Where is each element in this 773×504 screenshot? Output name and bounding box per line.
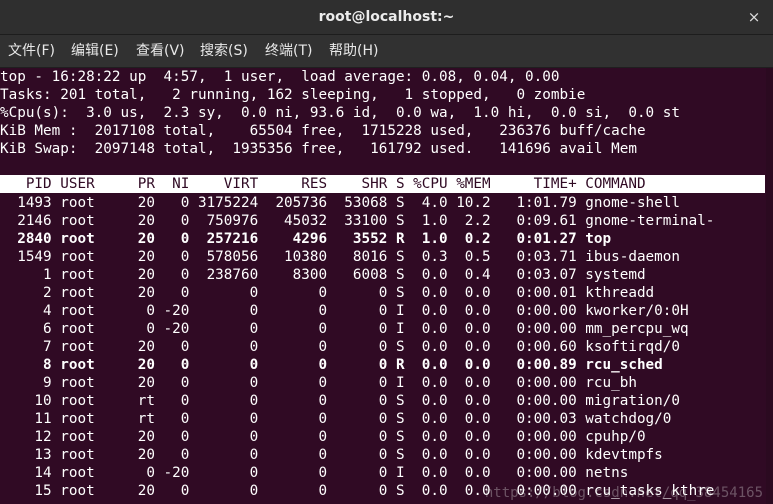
summary-mem: KiB Mem : 2017108 total, 65504 free, 171…: [0, 123, 646, 139]
summary-tasks: Tasks: 201 total, 2 running, 162 sleepin…: [0, 87, 586, 103]
watermark: https://blog.csdn.net/qq_38454165: [484, 485, 763, 501]
process-row: 14 root 0 -20 0 0 0 I 0.0 0.0 0:00.00 ne…: [0, 465, 629, 481]
menu-bar: 文件(F) 编辑(E) 查看(V) 搜索(S) 终端(T) 帮助(H): [0, 35, 773, 68]
process-row: 1493 root 20 0 3175224 205736 53068 S 4.…: [0, 195, 680, 211]
menu-edit[interactable]: 编辑(E): [71, 35, 119, 67]
close-icon: ×: [747, 8, 761, 26]
title-bar[interactable]: root@localhost:~ ×: [0, 0, 773, 35]
process-row: 8 root 20 0 0 0 0 R 0.0 0.0 0:00.89 rcu_…: [0, 357, 663, 373]
window-title: root@localhost:~: [318, 9, 455, 25]
process-row: 6 root 0 -20 0 0 0 I 0.0 0.0 0:00.00 mm_…: [0, 321, 689, 337]
process-row: 12 root 20 0 0 0 0 S 0.0 0.0 0:00.00 cpu…: [0, 429, 646, 445]
menu-view[interactable]: 查看(V): [136, 35, 185, 67]
close-button[interactable]: ×: [743, 6, 765, 28]
menu-help[interactable]: 帮助(H): [329, 35, 378, 67]
process-row: 7 root 20 0 0 0 0 S 0.0 0.0 0:00.60 ksof…: [0, 339, 680, 355]
process-row: 1 root 20 0 238760 8300 6008 S 0.0 0.4 0…: [0, 267, 646, 283]
summary-swap: KiB Swap: 2097148 total, 1935356 free, 1…: [0, 141, 637, 157]
process-row: 11 root rt 0 0 0 0 S 0.0 0.0 0:00.03 wat…: [0, 411, 672, 427]
column-headers: PID USER PR NI VIRT RES SHR S %CPU %MEM …: [0, 176, 646, 192]
process-row: 2 root 20 0 0 0 0 S 0.0 0.0 0:00.01 kthr…: [0, 285, 655, 301]
menu-terminal[interactable]: 终端(T): [265, 35, 312, 67]
terminal-scrollbar[interactable]: [766, 68, 773, 504]
process-row: 1549 root 20 0 578056 10380 8016 S 0.3 0…: [0, 249, 680, 265]
menu-file[interactable]: 文件(F): [8, 35, 55, 67]
process-row: 2146 root 20 0 750976 45032 33100 S 1.0 …: [0, 213, 715, 229]
process-row: 9 root 20 0 0 0 0 I 0.0 0.0 0:00.00 rcu_…: [0, 375, 637, 391]
summary-uptime: top - 16:28:22 up 4:57, 1 user, load ave…: [0, 69, 560, 85]
summary-cpu: %Cpu(s): 3.0 us, 2.3 sy, 0.0 ni, 93.6 id…: [0, 105, 680, 121]
menu-search[interactable]: 搜索(S): [200, 35, 248, 67]
terminal-output[interactable]: top - 16:28:22 up 4:57, 1 user, load ave…: [0, 68, 773, 504]
process-row: 13 root 20 0 0 0 0 S 0.0 0.0 0:00.00 kde…: [0, 447, 663, 463]
process-row: 10 root rt 0 0 0 0 S 0.0 0.0 0:00.00 mig…: [0, 393, 680, 409]
process-row: 2840 root 20 0 257216 4296 3552 R 1.0 0.…: [0, 231, 612, 247]
process-row: 4 root 0 -20 0 0 0 I 0.0 0.0 0:00.00 kwo…: [0, 303, 689, 319]
terminal-window: root@localhost:~ × 文件(F) 编辑(E) 查看(V) 搜索(…: [0, 0, 773, 504]
